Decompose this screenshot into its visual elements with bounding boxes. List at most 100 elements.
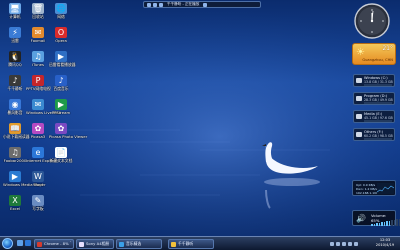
desktop-icon[interactable]: ♪ 百度音乐: [49, 75, 73, 91]
desktop-icon[interactable]: e Internet Explorer: [26, 147, 58, 163]
desktop-icon-label: 回收站: [32, 14, 44, 19]
app-icon: ♪: [55, 75, 67, 86]
volume-bar-segment: [373, 223, 375, 226]
volume-bar-segment: [391, 220, 393, 226]
drive-usage-bar: [364, 120, 392, 122]
desktop-icon-label: 网络: [57, 14, 65, 19]
desktop-icon[interactable]: ✉ Windows Live Mail: [26, 99, 61, 115]
desktop-icon[interactable]: 🖥 计算机: [3, 3, 27, 19]
drive-meter[interactable]: Windows (C:) 13.8 GB / 31.3 GB: [353, 74, 395, 87]
start-button[interactable]: [2, 238, 13, 249]
volume-bar-segment: [388, 220, 390, 226]
weather-temperature: 21°: [382, 45, 393, 52]
desktop-icon-label: 小说下载阅读器: [3, 134, 30, 139]
desktop-icon-label: 暴风影音: [7, 110, 23, 115]
app-icon: ⚡: [9, 27, 21, 38]
desktop-icon[interactable]: W Word: [26, 171, 50, 187]
desktop-icon[interactable]: ▶ 迅雷看看播放器: [49, 51, 76, 67]
desktop-icon-label: 迅雷: [11, 38, 19, 43]
show-desktop-icon[interactable]: [17, 240, 23, 246]
desktop-icon-label: iTunes: [32, 62, 44, 67]
network-meter-gadget[interactable]: Upl: 0.9 KB/s Dwn: 1.2 KB/s 192.168.1.10…: [352, 180, 396, 196]
ie-quicklaunch-icon[interactable]: [25, 240, 31, 246]
desktop-icon[interactable]: 🐧 腾讯QQ: [3, 51, 27, 67]
volume-level-bars[interactable]: [371, 219, 400, 226]
app-icon: 🌐: [55, 3, 67, 14]
weather-gadget[interactable]: ☀ 21° Guangzhou, CHN: [352, 43, 396, 65]
taskbar-button[interactable]: 千千静听: [168, 239, 214, 249]
volume-bar-segment: [371, 223, 373, 226]
desktop-icon[interactable]: X Excel: [3, 195, 27, 211]
desktop-icon[interactable]: ▶ Windows Media Player: [3, 171, 46, 187]
taskbar-clock[interactable]: 12:03 2010/4/19: [372, 238, 398, 248]
desktop-icon[interactable]: 📖 小说下载阅读器: [3, 123, 30, 139]
clock-gadget[interactable]: [354, 3, 390, 39]
desktop-icon-label: PPStream: [51, 110, 71, 115]
desktop-icon[interactable]: O Opera: [49, 27, 73, 43]
qq-tray-icon[interactable]: [342, 242, 346, 246]
desktop-icon-label: Foobar2000: [3, 158, 27, 163]
volume-bar-segment: [378, 222, 380, 226]
taskbar-date: 2010/4/19: [375, 243, 395, 247]
app-icon: 🖥: [9, 3, 21, 14]
app-icon: O: [55, 27, 67, 38]
media-player-bar[interactable]: 千千静听 - 正在播放: [143, 1, 261, 8]
ime-tray-icon[interactable]: [354, 242, 358, 246]
desktop-icon-label: 迅雷看看播放器: [49, 62, 76, 67]
close-icon[interactable]: [203, 2, 208, 7]
desktop-icon-label: Foxmail: [30, 38, 46, 43]
desktop-icon-label: Word: [33, 182, 43, 187]
desktop-icon[interactable]: ♫ Foobar2000: [3, 147, 27, 163]
desktop-icon[interactable]: 📄 新建文本文档: [49, 147, 73, 163]
drive-meter[interactable]: Media (E:) 45.1 GB / 97.6 GB: [353, 110, 395, 123]
desktop-icon[interactable]: ▶ PPStream: [49, 99, 73, 115]
app-icon: ▶: [55, 51, 67, 62]
desktop-icon[interactable]: 🌐 网络: [49, 3, 73, 19]
taskbar-button[interactable]: Chrome - 8% 下载中: [34, 239, 74, 249]
desktop-icon-label: Windows Live Mail: [26, 110, 61, 115]
window-icon: [79, 241, 84, 247]
desktop-icon[interactable]: P PPTV网络电视: [26, 75, 51, 91]
desktop-icon[interactable]: ⚡ 迅雷: [3, 27, 27, 43]
app-icon: P: [32, 75, 44, 86]
antivirus-tray-icon[interactable]: [348, 242, 352, 246]
drive-meter[interactable]: Others (F:) 60.2 GB / 98.5 GB: [353, 128, 395, 141]
app-icon: W: [32, 171, 44, 182]
app-icon: ✿: [32, 123, 44, 134]
app-icon: ✿: [55, 123, 67, 134]
volume-tray-icon[interactable]: [336, 242, 340, 246]
desktop-icon[interactable]: ◉ 暴风影音: [3, 99, 27, 115]
app-icon: ♪: [9, 75, 21, 86]
drive-usage-bar: [364, 102, 392, 104]
desktop-icon[interactable]: 🗑 回收站: [26, 3, 50, 19]
desktop-icon[interactable]: ✿ Picasa Photo Viewer: [49, 123, 87, 139]
taskbar-button[interactable]: Sony A4相册: [76, 239, 114, 249]
desktop-icon[interactable]: ✎ 写字板: [26, 195, 50, 211]
desktop-icon[interactable]: ✉ Foxmail: [26, 27, 50, 43]
desktop-icon[interactable]: ♪ 千千静听: [3, 75, 27, 91]
taskbar-button-label: 千千静听: [178, 241, 194, 246]
volume-bar-segment: [381, 222, 383, 226]
app-icon: 📖: [9, 123, 21, 134]
app-icon: ✉: [32, 27, 44, 38]
drive-icon: [356, 78, 362, 83]
previous-icon[interactable]: [147, 2, 151, 7]
app-icon: ✉: [32, 99, 44, 110]
desktop-icon[interactable]: ♫ iTunes: [26, 51, 50, 67]
network-tray-icon[interactable]: [330, 242, 334, 246]
app-icon: ◉: [9, 99, 21, 110]
drive-usage-bar: [364, 138, 392, 140]
taskbar-button[interactable]: 音乐精选: [116, 239, 162, 249]
app-icon: ♫: [32, 51, 44, 62]
desktop-icon-label: 写字板: [32, 206, 44, 211]
play-icon[interactable]: [153, 2, 157, 7]
next-icon[interactable]: [159, 2, 163, 7]
volume-bar-segment: [393, 219, 395, 226]
volume-gadget[interactable]: 🔊 Volume: 65%: [352, 210, 400, 226]
volume-bar-segment: [383, 221, 385, 226]
desktop-icon[interactable]: ✿ Picasa3: [26, 123, 50, 139]
desktop-icon-label: Excel: [9, 206, 21, 211]
desktop-icon-label: 千千静听: [7, 86, 23, 91]
drive-meter[interactable]: Program (D:) 28.3 GB / 49.9 GB: [353, 92, 395, 105]
app-icon: ▶: [9, 171, 21, 182]
